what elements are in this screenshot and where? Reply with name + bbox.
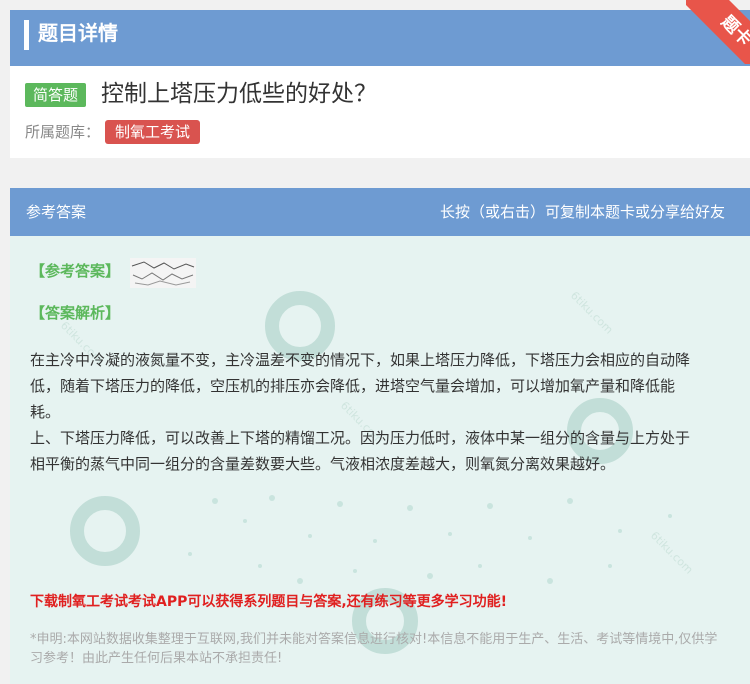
app-download-promo[interactable]: 下载制氧工考试考试APP可以获得系列题目与答案,还有练习等更多学习功能!	[30, 591, 730, 613]
corner-ribbon-label: 题卡	[686, 0, 750, 64]
header-accent-bar	[24, 20, 29, 50]
analysis-text: 在主冷中冷凝的液氮量不变，主冷温差不变的情况下，如果上塔压力降低，下塔压力会相应…	[30, 347, 695, 477]
question-type-badge: 简答题	[25, 83, 87, 107]
corner-ribbon: 题卡	[686, 0, 750, 64]
question-title: 控制上塔压力低些的好处？	[101, 81, 377, 107]
analysis-paragraph: 在主冷中冷凝的液氮量不变，主冷温差不变的情况下，如果上塔压力降低，下塔压力会相应…	[30, 351, 691, 421]
reference-answer-image	[130, 258, 196, 288]
question-bank-tag[interactable]: 制氧工考试	[105, 120, 201, 144]
page-header	[10, 10, 750, 66]
analysis-paragraph: 上、下塔压力降低，可以改善上下塔的精馏工况。因为压力低时，液体中某一组分的含量与…	[30, 429, 691, 473]
answer-header-title: 参考答案	[26, 203, 87, 221]
svg-text:6tiku.com: 6tiku.com	[568, 289, 616, 337]
question-bank-label: 所属题库：	[25, 123, 101, 141]
disclaimer: *申明:本网站数据收集整理于互联网,我们并未能对答案信息进行核对!本信息不能用于…	[30, 632, 718, 666]
reference-answer-label: 【参考答案】	[30, 262, 121, 280]
svg-text:6tiku.com: 6tiku.com	[648, 529, 696, 577]
page-title: 题目详情	[38, 21, 118, 45]
analysis-label: 【答案解析】	[30, 304, 121, 322]
share-hint: 长按（或右击）可复制本题卡或分享给好友	[439, 203, 725, 221]
